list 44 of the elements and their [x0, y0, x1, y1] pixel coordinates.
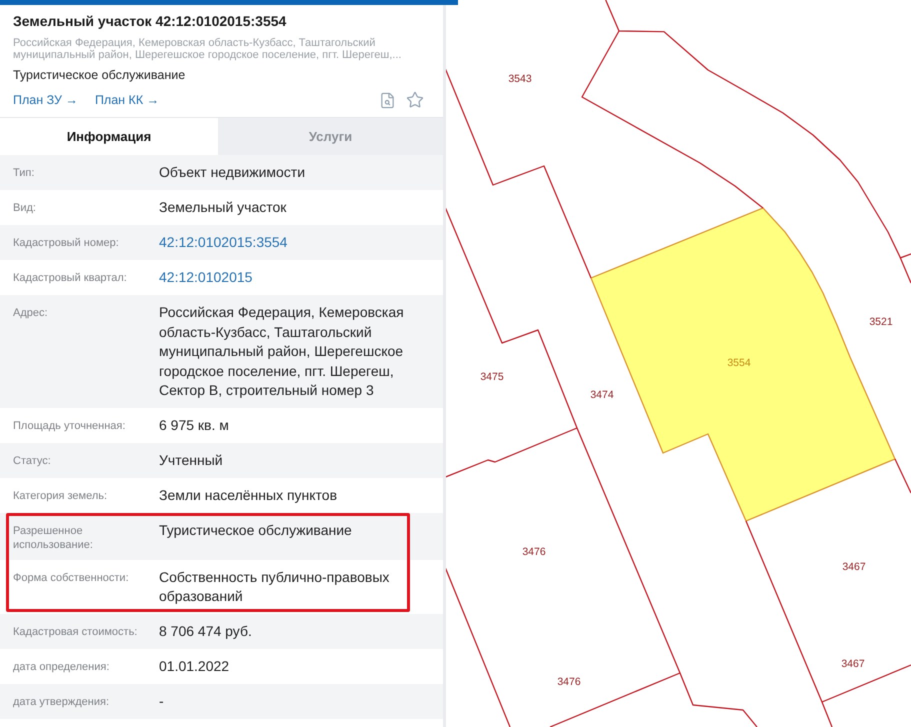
parcel-number: 3475 [480, 371, 504, 383]
field-label: Кадастровая стоимость: [13, 625, 138, 640]
field-value: - [159, 692, 165, 711]
permitted-use-text: Туристическое обслуживание [13, 67, 186, 83]
parcel-number: 3554 [727, 357, 751, 369]
parcel-number: 3467 [841, 658, 865, 670]
field-label: Кадастровый номер: [13, 236, 120, 251]
parcel-boundary [894, 458, 911, 494]
plan-link[interactable]: План КК → [94, 92, 160, 108]
field-value: Земли населённых пунктов [159, 486, 338, 505]
field-label: дата определения: [13, 660, 110, 675]
field-value: 6 975 кв. м [159, 416, 230, 435]
parcel-number: 3476 [522, 546, 546, 558]
field-value: 8 706 474 руб. [159, 622, 253, 641]
field-label: дата утверждения: [13, 695, 110, 710]
field-label: Кадастровый квартал: [13, 271, 128, 286]
field-label: Разрешенное использование: [13, 524, 94, 552]
document-search-icon[interactable] [379, 92, 396, 108]
parcel-title: Земельный участок 42:12:0102015:3554 [13, 12, 288, 30]
parcel-number: 3474 [590, 389, 614, 401]
parcel-number: 3476 [557, 676, 581, 688]
field-label: Площадь уточненная: [13, 419, 126, 434]
field-label: Статус: [13, 454, 52, 469]
field-label: Форма собственности: [13, 570, 130, 586]
field-value: Российская Федерация, Кемеровская область-Кузбасс, Таштагольский муниципальный район, Шерегешское городское поселение, пгт. Шерегеш, Сектор В, строительный номер 3 [159, 303, 405, 400]
field-value: Объект недвижимости [159, 163, 306, 182]
field-value: 01.01.2022 [159, 657, 230, 676]
parcel-number: 3543 [508, 73, 532, 85]
field-label: Адрес: [13, 306, 49, 321]
plan-link[interactable]: План ЗУ → [13, 92, 78, 108]
field-link[interactable]: 42:12:0102015:3554 [159, 233, 288, 252]
parcel-address: Российская Федерация, Кемеровская область-Кузбасс, Таштагольский муниципальный район, Шерегешское городское поселение, пгт. Шерегеш,... [13, 37, 402, 61]
field-link[interactable]: 42:12:0102015 [159, 268, 252, 288]
parcel-number: 3521 [869, 316, 893, 328]
field-value: Учтенный [159, 451, 224, 470]
field-label: Тип: [13, 166, 36, 181]
field-value: Туристическое обслуживание [159, 521, 353, 540]
field-label: Категория земель: [13, 489, 108, 504]
star-icon[interactable] [406, 91, 424, 109]
tab[interactable]: Услуги [218, 118, 443, 155]
field-value: Собственность публично-правовых образований [159, 568, 390, 606]
parcel-number: 3467 [842, 561, 866, 573]
field-value: Земельный участок [159, 198, 288, 217]
field-label: Вид: [13, 201, 37, 216]
